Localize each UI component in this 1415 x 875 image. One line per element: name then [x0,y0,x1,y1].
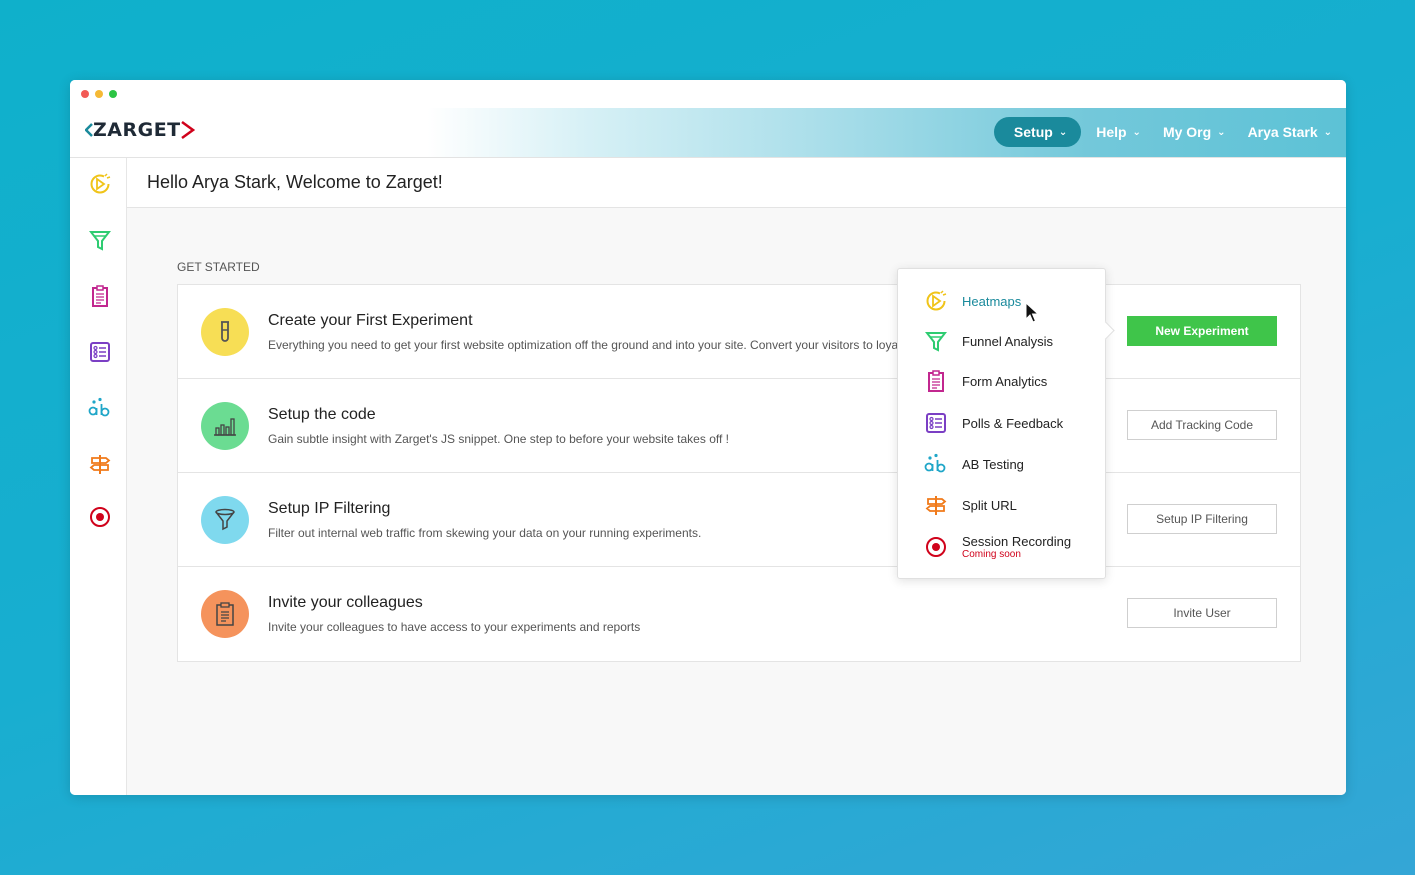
close-window-button[interactable] [81,90,89,98]
menu-item-heatmaps[interactable]: Heatmaps [924,289,1021,313]
menu-item-polls-feedback[interactable]: Polls & Feedback [924,411,1063,435]
menu-item-label: Funnel Analysis [962,333,1054,349]
menu-item-label: Split URL [962,497,1017,513]
app-window: ZARGET Setup ⌄ Help ⌄ My Org ⌄ Arya Star… [70,80,1346,795]
nav-help[interactable]: Help ⌄ [1096,124,1141,140]
card-title: Invite your colleagues [268,594,423,611]
top-header: ZARGET Setup ⌄ Help ⌄ My Org ⌄ Arya Star… [70,108,1346,158]
nav-my-org[interactable]: My Org ⌄ [1163,124,1226,140]
sidebar-session-recording-icon[interactable] [88,505,112,529]
nav-user-label: Arya Stark [1247,124,1318,140]
minimize-window-button[interactable] [95,90,103,98]
zarget-logo[interactable]: ZARGET [85,119,195,141]
card-description: Invite your colleagues to have access to… [268,620,641,634]
chevron-down-icon: ⌄ [1217,126,1226,138]
get-started-list: Create your First Experiment Everything … [177,284,1301,662]
menu-item-split-url[interactable]: Split URL [924,493,1017,517]
menu-item-form-analytics[interactable]: Form Analytics [924,369,1047,393]
form-icon [924,369,948,393]
menu-item-label: AB Testing [962,456,1024,472]
main-content: Hello Arya Stark, Welcome to Zarget! GET… [127,158,1346,795]
card-description: Filter out internal web traffic from ske… [268,526,702,540]
card-invite-colleagues: Invite your colleagues Invite your colle… [178,567,1300,661]
session-recording-icon [924,535,948,559]
card-setup-code: Setup the code Gain subtle insight with … [178,379,1300,473]
bar-chart-icon [201,402,249,450]
card-title: Setup IP Filtering [268,500,391,517]
menu-item-label: Heatmaps [962,293,1022,309]
card-create-experiment: Create your First Experiment Everything … [178,285,1300,379]
window-titlebar [70,80,1346,108]
nav-help-label: Help [1096,124,1127,140]
nav-my-org-label: My Org [1162,124,1212,140]
setup-ip-filtering-button[interactable]: Setup IP Filtering [1127,504,1277,534]
sidebar-split-url-icon[interactable] [88,452,112,476]
sidebar-heatmap-icon[interactable] [88,172,112,196]
ab-testing-icon [924,452,948,476]
sidebar-funnel-icon[interactable] [88,228,112,252]
chevron-down-icon: ⌄ [1058,126,1068,138]
card-title: Setup the code [268,406,376,423]
nav-setup-label: Setup [1013,124,1053,140]
card-ip-filtering: Setup IP Filtering Filter out internal w… [178,473,1300,567]
welcome-bar: Hello Arya Stark, Welcome to Zarget! [127,158,1346,208]
card-title: Create your First Experiment [268,312,473,329]
logo-text: ZARGET [93,119,181,141]
menu-item-label: Form Analytics [962,373,1048,389]
top-nav: Setup ⌄ Help ⌄ My Org ⌄ Arya Stark ⌄ [993,117,1332,147]
add-tracking-code-button[interactable]: Add Tracking Code [1127,410,1277,440]
setup-dropdown-menu: Heatmaps Funnel Analysis Form Analytics … [897,268,1106,579]
logo-right-chevron-icon [180,120,195,140]
sidebar-ab-testing-icon[interactable] [88,396,112,420]
chevron-down-icon: ⌄ [1323,126,1332,138]
card-description: Everything you need to get your first we… [268,338,908,352]
menu-item-session-recording[interactable]: Session Recording Coming soon [924,534,1071,560]
card-description: Gain subtle insight with Zarget's JS sni… [268,432,729,446]
mouse-cursor-icon [1025,302,1039,323]
section-label: GET STARTED [177,260,260,274]
filter-icon [201,496,249,544]
nav-setup[interactable]: Setup ⌄ [993,117,1082,147]
heatmap-icon [924,289,948,313]
chevron-down-icon: ⌄ [1132,126,1141,138]
menu-item-label: Session Recording [962,534,1072,549]
clipboard-icon [201,590,249,638]
split-url-icon [924,493,948,517]
test-tube-icon [201,308,249,356]
sidebar-polls-icon[interactable] [88,340,112,364]
page-title: Hello Arya Stark, Welcome to Zarget! [147,172,443,192]
logo-left-chevron-icon [85,123,93,137]
nav-user[interactable]: Arya Stark ⌄ [1248,124,1332,140]
maximize-window-button[interactable] [109,90,117,98]
menu-item-ab-testing[interactable]: AB Testing [924,452,1024,476]
coming-soon-badge: Coming soon [962,549,1021,560]
menu-item-label: Polls & Feedback [962,415,1064,431]
menu-item-funnel-analysis[interactable]: Funnel Analysis [924,329,1053,353]
polls-icon [924,411,948,435]
sidebar-form-icon[interactable] [88,284,112,308]
sidebar [70,158,127,795]
funnel-icon [924,329,948,353]
new-experiment-button[interactable]: New Experiment [1127,316,1277,346]
invite-user-button[interactable]: Invite User [1127,598,1277,628]
